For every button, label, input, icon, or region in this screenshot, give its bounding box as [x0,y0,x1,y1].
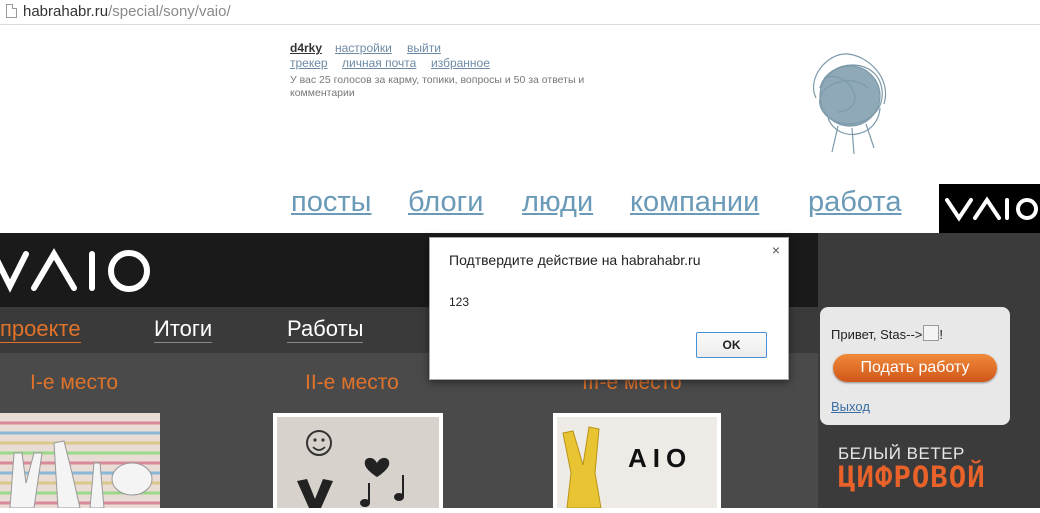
nav-companies[interactable]: компании [630,186,759,219]
broken-image-icon [923,325,940,341]
votes-info: У вас 25 голосов за карму, топики, вопро… [290,74,585,99]
promo-line-2: ЦИФРОВОЙ [838,460,986,494]
thumb-second[interactable] [273,413,443,508]
tracker-link[interactable]: трекер [290,56,328,70]
place-second: II-е место [305,371,399,394]
nav-people[interactable]: люди [522,186,593,219]
favorites-link[interactable]: избранное [431,56,490,70]
logout-link[interactable]: выйти [407,41,441,55]
url-text[interactable]: habrahabr.ru/special/sony/vaio/ [23,3,231,20]
sidebar-logout-link[interactable]: Выход [831,399,870,414]
thumb-third[interactable]: AIO [553,413,721,509]
ok-button[interactable]: OK [696,332,767,358]
greeting: Привет, Stas-->! [831,325,943,342]
habr-logo[interactable] [808,48,892,158]
thumb-first-image [0,413,160,509]
settings-link[interactable]: настройки [335,41,392,55]
menu-results[interactable]: Итоги [154,316,213,343]
thumb-first[interactable] [0,413,160,509]
mail-link[interactable]: личная почта [342,56,416,70]
thumb-third-text: AIO [628,443,693,473]
url-bar[interactable]: habrahabr.ru/special/sony/vaio/ [0,0,1040,25]
nav-posts[interactable]: посты [291,186,371,219]
nav-blogs[interactable]: блоги [408,186,483,219]
thumb-second-image [277,417,439,508]
greeting-text: Привет, Stas--> [831,327,923,342]
page-icon [6,4,17,18]
dialog-message: 123 [449,295,470,309]
close-icon[interactable]: × [772,242,780,258]
menu-works[interactable]: Работы [287,316,364,343]
url-path: /special/sony/vaio/ [108,3,231,20]
greeting-end: ! [939,327,944,342]
place-first: I-е место [30,371,119,394]
username-link[interactable]: d4rky [290,41,322,55]
vaio-logo-large [0,248,150,293]
url-host: habrahabr.ru [23,3,109,20]
submit-work-button[interactable]: Подать работу [833,354,997,382]
menu-about[interactable]: проекте [0,316,81,343]
confirm-dialog: Подтвердите действие на habrahabr.ru × 1… [429,237,789,380]
dialog-title: Подтвердите действие на habrahabr.ru [449,252,701,268]
nav-jobs[interactable]: работа [808,186,901,219]
